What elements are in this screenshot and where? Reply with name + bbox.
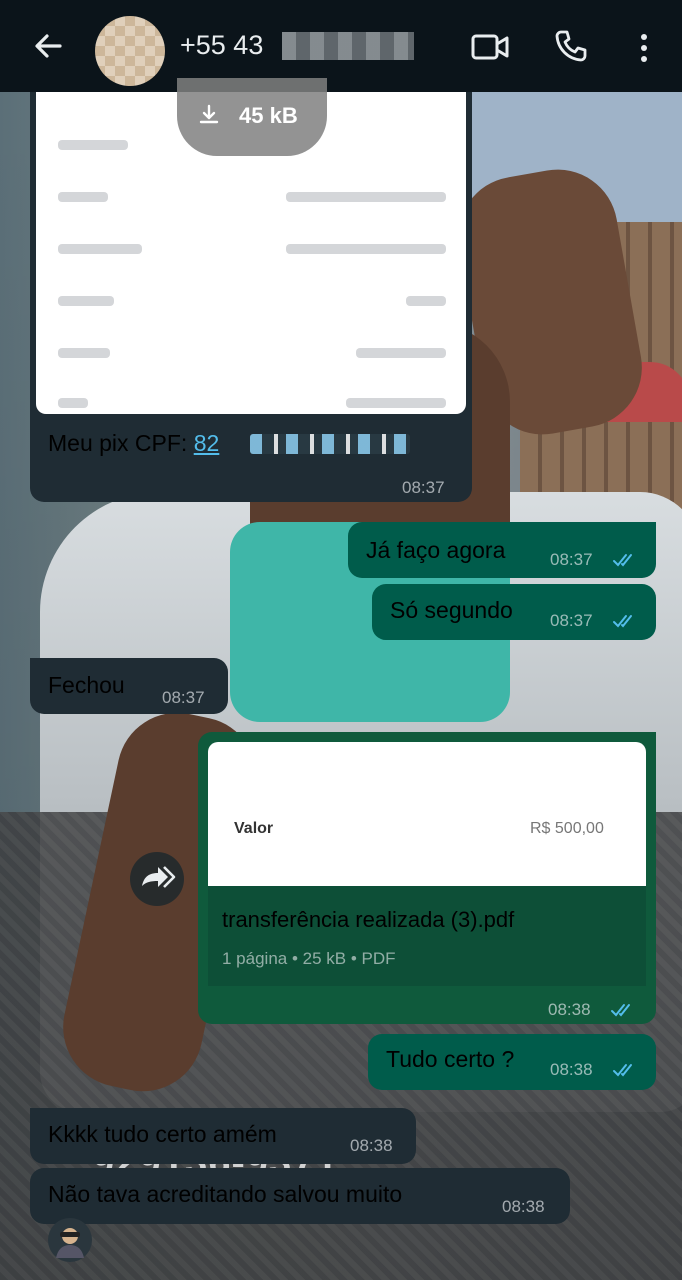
blurred-row bbox=[286, 244, 446, 254]
blurred-row bbox=[286, 192, 446, 202]
blurred-row bbox=[406, 296, 446, 306]
double-check-icon bbox=[613, 1064, 632, 1077]
forward-icon bbox=[142, 866, 176, 888]
message-time: 08:38 bbox=[550, 1060, 593, 1079]
message-text: Só segundo bbox=[390, 597, 513, 623]
emoji-avatar-icon[interactable] bbox=[48, 1218, 92, 1262]
message-time: 08:37 bbox=[402, 478, 445, 497]
pdf-preview-label: Valor bbox=[234, 820, 274, 837]
blurred-row bbox=[58, 348, 110, 358]
blurred-row bbox=[58, 398, 88, 408]
message-time: 08:38 bbox=[548, 1000, 591, 1019]
double-check-icon bbox=[613, 554, 632, 567]
blurred-row bbox=[58, 244, 142, 254]
message-text: Já faço agora bbox=[366, 537, 506, 563]
message-time: 08:38 bbox=[350, 1136, 393, 1155]
download-icon bbox=[199, 104, 219, 124]
message-text: Kkkk tudo certo amém bbox=[48, 1121, 277, 1147]
phone-icon[interactable] bbox=[553, 28, 589, 64]
image-caption: Meu pix CPF: 82 bbox=[48, 430, 219, 457]
more-vert-icon[interactable] bbox=[630, 30, 658, 66]
message-time: 08:37 bbox=[162, 688, 205, 707]
blurred-row bbox=[58, 140, 128, 150]
blurred-row bbox=[356, 348, 446, 358]
pix-link[interactable]: 82 bbox=[194, 430, 220, 456]
chat-header: +55 43 bbox=[0, 0, 682, 92]
pdf-preview[interactable]: Valor R$ 500,00 bbox=[208, 742, 646, 886]
forward-button[interactable] bbox=[130, 852, 184, 906]
download-size: 45 kB bbox=[239, 103, 298, 128]
back-arrow-icon[interactable] bbox=[28, 26, 68, 66]
message-time: 08:37 bbox=[550, 611, 593, 630]
contact-name-redacted bbox=[282, 32, 414, 60]
caption-text: Meu pix CPF: bbox=[48, 430, 188, 456]
message-text: Não tava acreditando salvou muito bbox=[48, 1181, 403, 1207]
blurred-row bbox=[58, 296, 114, 306]
double-check-icon bbox=[613, 615, 632, 628]
blurred-row bbox=[58, 192, 108, 202]
message-time: 08:37 bbox=[550, 550, 593, 569]
video-call-icon[interactable] bbox=[470, 30, 510, 64]
message-text: Fechou bbox=[48, 672, 125, 698]
pdf-info[interactable] bbox=[208, 886, 646, 986]
contact-name[interactable]: +55 43 bbox=[180, 30, 263, 61]
message-time: 08:38 bbox=[502, 1197, 545, 1216]
pdf-preview-amount: R$ 500,00 bbox=[530, 820, 604, 837]
message-text: Tudo certo ? bbox=[386, 1046, 515, 1072]
double-check-icon bbox=[611, 1004, 630, 1017]
blurred-row bbox=[346, 398, 446, 408]
pdf-file-name: transferência realizada (3).pdf bbox=[222, 907, 515, 932]
contact-avatar[interactable] bbox=[95, 16, 165, 86]
pdf-file-meta: 1 página • 25 kB • PDF bbox=[222, 949, 396, 968]
pix-number-redacted bbox=[250, 434, 410, 454]
